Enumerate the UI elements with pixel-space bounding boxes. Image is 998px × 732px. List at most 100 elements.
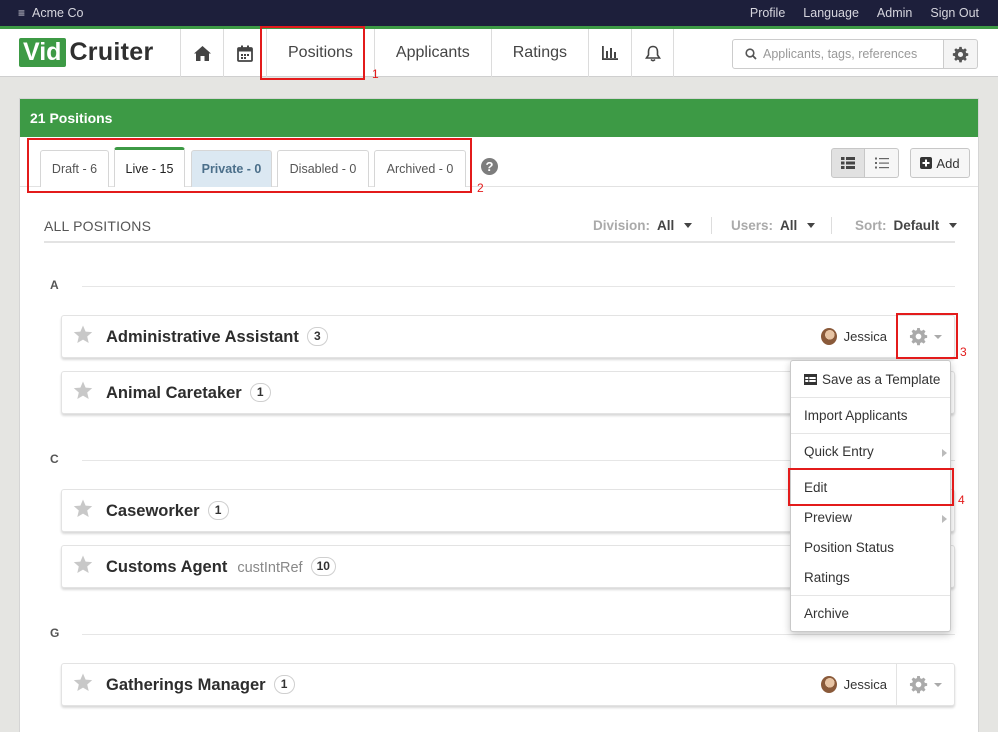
table-icon: [804, 374, 817, 385]
calendar-icon: [237, 45, 253, 62]
logo-vid: Vid: [19, 38, 67, 67]
sign-out-link[interactable]: Sign Out: [930, 6, 979, 20]
menu-divider: [791, 397, 950, 398]
position-card[interactable]: Gatherings Manager 1 Jessica: [61, 663, 955, 706]
users-label: Users:: [731, 218, 774, 233]
annotation-box-1: [260, 26, 365, 80]
language-link[interactable]: Language: [803, 6, 859, 20]
position-actions-button[interactable]: [896, 664, 954, 705]
gear-icon: [952, 46, 969, 62]
main-nav: Positions Applicants Ratings: [180, 29, 674, 77]
search-input[interactable]: Applicants, tags, references: [732, 39, 944, 69]
position-title[interactable]: Animal Caretaker 1: [106, 383, 271, 403]
menu-divider: [791, 595, 950, 596]
chevron-down-icon: [934, 682, 942, 687]
annotation-box-4: [788, 468, 954, 506]
position-title-text: Gatherings Manager: [106, 676, 266, 694]
chevron-down-icon: [684, 223, 693, 228]
star-icon[interactable]: [73, 381, 93, 400]
annotation-number-4: 4: [958, 493, 965, 507]
company-name: Acme Co: [32, 6, 84, 20]
division-filter[interactable]: Division: All: [593, 218, 693, 233]
annotation-box-2: [27, 138, 472, 193]
group-letter: C: [50, 452, 59, 466]
add-label: Add: [936, 155, 960, 171]
division-label: Division:: [593, 218, 651, 233]
annotation-number-3: 3: [960, 345, 967, 359]
menu-preview[interactable]: Preview: [804, 510, 852, 525]
sort-value: Default: [893, 218, 940, 233]
nav-ratings[interactable]: Ratings: [490, 29, 588, 77]
logo-cruiter: Cruiter: [69, 38, 154, 66]
applicant-count-badge: 3: [306, 327, 328, 346]
avatar: [820, 676, 837, 693]
admin-link[interactable]: Admin: [877, 6, 912, 20]
list-view-button[interactable]: [865, 148, 899, 178]
search-settings-button[interactable]: [943, 39, 978, 69]
position-title[interactable]: Administrative Assistant 3: [106, 327, 328, 347]
position-title-text: Administrative Assistant: [106, 328, 299, 346]
avatar: [820, 328, 837, 345]
menu-divider: [791, 433, 950, 434]
profile-link[interactable]: Profile: [750, 6, 785, 20]
menu-archive[interactable]: Archive: [804, 606, 849, 621]
list-icon: [874, 157, 889, 169]
star-icon[interactable]: [73, 325, 93, 344]
annotation-box-3: [896, 313, 958, 359]
annotation-number-1: 1: [372, 67, 379, 81]
filter-bar: ALL POSITIONS Division: All Users: All S…: [44, 205, 958, 243]
gear-icon: [909, 675, 928, 694]
bar-chart-icon: [602, 46, 618, 60]
nav-home[interactable]: [180, 29, 223, 77]
submenu-arrow-icon: [942, 515, 947, 523]
group-divider: [82, 634, 955, 635]
position-title[interactable]: Caseworker 1: [106, 501, 229, 521]
company-menu[interactable]: ≡ Acme Co: [18, 6, 83, 20]
chevron-down-icon: [949, 223, 958, 228]
menu-import-applicants[interactable]: Import Applicants: [804, 408, 908, 423]
menu-ratings[interactable]: Ratings: [804, 570, 850, 585]
users-value: All: [780, 218, 798, 233]
hamburger-icon: ≡: [18, 6, 26, 20]
position-card[interactable]: Administrative Assistant 3 Jessica: [61, 315, 955, 358]
star-icon[interactable]: [73, 673, 93, 692]
menu-position-status[interactable]: Position Status: [804, 540, 894, 555]
filter-divider: [711, 217, 712, 234]
internal-reference: custIntRef: [237, 560, 303, 576]
users-filter[interactable]: Users: All: [731, 218, 816, 233]
filter-divider: [831, 217, 832, 234]
position-title[interactable]: Customs Agent custIntRef 10: [106, 557, 336, 577]
group-letter: A: [50, 278, 59, 292]
help-icon[interactable]: ?: [481, 158, 498, 175]
chevron-down-icon: [807, 223, 816, 228]
owner-name: Jessica: [843, 677, 887, 692]
menu-save-as-template[interactable]: Save as a Template: [804, 372, 940, 387]
top-bar: ≡ Acme Co Profile Language Admin Sign Ou…: [0, 0, 998, 29]
nav-reports[interactable]: [588, 29, 631, 77]
submenu-arrow-icon: [942, 449, 947, 457]
menu-quick-entry[interactable]: Quick Entry: [804, 444, 874, 459]
nav-notifications[interactable]: [631, 29, 674, 77]
position-title-text: Caseworker: [106, 502, 200, 520]
vidcruiter-logo[interactable]: Vid Cruiter: [19, 38, 154, 67]
star-icon[interactable]: [73, 499, 93, 518]
position-title-text: Customs Agent: [106, 558, 228, 576]
bell-icon: [644, 45, 661, 61]
owner-name: Jessica: [843, 329, 887, 344]
applicant-count-badge: 1: [249, 383, 271, 402]
view-toggle: [831, 148, 899, 178]
sort-filter[interactable]: Sort: Default: [855, 218, 958, 233]
position-title[interactable]: Gatherings Manager 1: [106, 675, 295, 695]
group-divider: [82, 286, 955, 287]
detailed-list-icon: [841, 157, 855, 169]
position-owner: Jessica: [820, 328, 887, 345]
division-value: All: [657, 218, 675, 233]
star-icon[interactable]: [73, 555, 93, 574]
add-position-button[interactable]: Add: [910, 148, 970, 178]
grid-view-button[interactable]: [831, 148, 865, 178]
home-icon: [193, 45, 211, 61]
position-owner: Jessica: [820, 676, 887, 693]
nav-applicants[interactable]: Applicants: [373, 29, 491, 77]
panel-title: 21 Positions: [20, 99, 978, 137]
applicant-count-badge: 1: [273, 675, 295, 694]
